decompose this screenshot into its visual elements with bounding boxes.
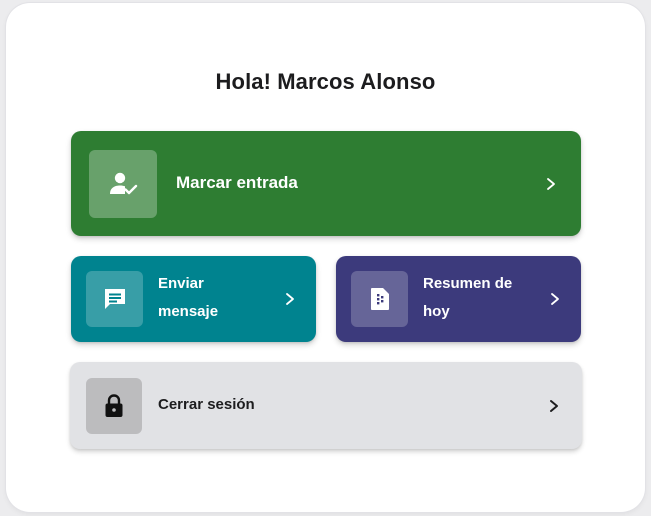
check-in-button[interactable]: Marcar entrada — [71, 131, 581, 236]
daily-summary-label: Resumen de hoy — [423, 275, 513, 320]
chevron-right-icon — [550, 400, 558, 412]
check-in-label: Marcar entrada — [176, 173, 298, 192]
logout-button[interactable]: Cerrar sesión — [70, 362, 582, 449]
daily-summary-button[interactable]: Resumen de hoy — [336, 256, 581, 342]
chevron-right-icon — [551, 293, 559, 305]
chevron-right-icon — [547, 178, 555, 190]
person-check-icon — [89, 150, 157, 218]
send-message-label: Enviar mensaje — [158, 275, 219, 320]
chevron-right-icon — [286, 293, 294, 305]
message-icon — [86, 271, 143, 327]
send-message-button[interactable]: Enviar mensaje — [71, 256, 316, 342]
logout-label: Cerrar sesión — [158, 396, 255, 413]
page-title: Hola! Marcos Alonso — [215, 69, 436, 94]
document-icon — [351, 271, 408, 327]
lock-icon — [86, 378, 142, 434]
